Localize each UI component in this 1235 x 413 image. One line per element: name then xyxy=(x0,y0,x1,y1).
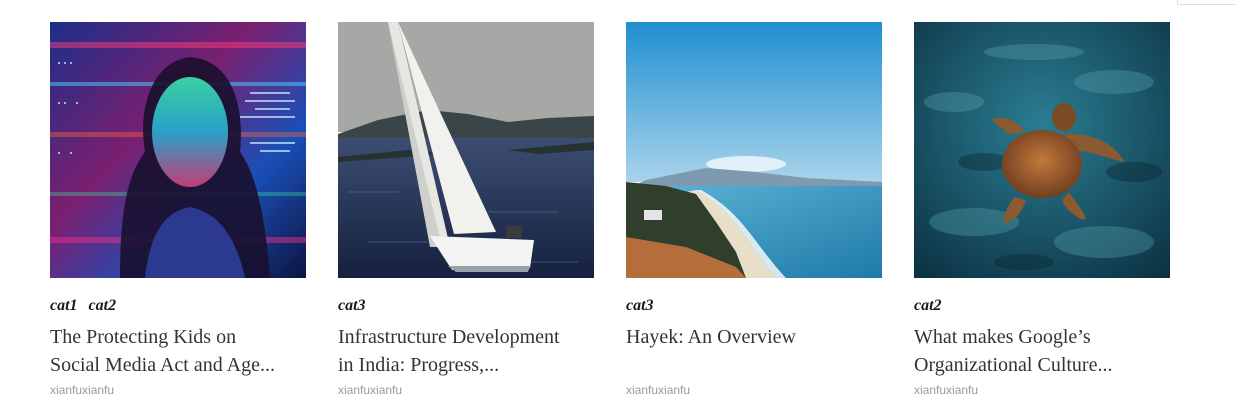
article-title-line: Social Media Act and Age... xyxy=(50,354,275,376)
category-list: cat2 xyxy=(914,297,1170,317)
article-title[interactable]: The Protecting Kids on Social Media Act … xyxy=(50,323,306,379)
article-thumbnail-coast[interactable] xyxy=(626,22,882,278)
article-thumbnail-woman-code[interactable] xyxy=(50,22,306,278)
coastal-beach-view-image xyxy=(626,22,882,278)
article-title-line: Organizational Culture... xyxy=(914,354,1113,376)
woman-with-code-projection-image xyxy=(50,22,306,278)
article-card: cat1 cat2 The Protecting Kids on Social M… xyxy=(50,22,306,397)
category-list: cat3 xyxy=(338,297,594,317)
article-card: cat3 Hayek: An Overview xianfuxianfu xyxy=(626,22,882,397)
category-link[interactable]: cat2 xyxy=(89,297,117,314)
sailboat-on-sea-image xyxy=(338,22,594,278)
article-author[interactable]: xianfuxianfu xyxy=(914,383,1170,397)
category-link[interactable]: cat2 xyxy=(914,297,942,314)
article-card: cat3 Infrastructure Development in India… xyxy=(338,22,594,397)
category-link[interactable]: cat3 xyxy=(626,297,654,314)
article-title-line: in India: Progress,... xyxy=(338,354,500,376)
article-author[interactable]: xianfuxianfu xyxy=(50,383,306,397)
article-title-line: Infrastructure Development xyxy=(338,326,560,348)
article-card: cat2 What makes Google’s Organizational … xyxy=(914,22,1170,397)
sea-turtle-underwater-image xyxy=(914,22,1170,278)
article-author[interactable]: xianfuxianfu xyxy=(338,383,594,397)
article-title-line: The Protecting Kids on xyxy=(50,326,237,348)
category-link[interactable]: cat3 xyxy=(338,297,366,314)
article-title-line: Hayek: An Overview xyxy=(626,326,796,348)
article-title[interactable]: Hayek: An Overview xyxy=(626,323,882,379)
article-grid: cat1 cat2 The Protecting Kids on Social M… xyxy=(50,22,1170,397)
article-title-line: What makes Google’s xyxy=(914,326,1091,348)
article-thumbnail-sailboat[interactable] xyxy=(338,22,594,278)
category-list: cat3 xyxy=(626,297,882,317)
article-title[interactable]: Infrastructure Development in India: Pro… xyxy=(338,323,594,379)
article-title[interactable]: What makes Google’s Organizational Cultu… xyxy=(914,323,1170,379)
category-list: cat1 cat2 xyxy=(50,297,306,317)
article-thumbnail-turtle[interactable] xyxy=(914,22,1170,278)
top-right-box xyxy=(1177,0,1235,5)
article-author[interactable]: xianfuxianfu xyxy=(626,383,882,397)
category-link[interactable]: cat1 xyxy=(50,297,78,314)
